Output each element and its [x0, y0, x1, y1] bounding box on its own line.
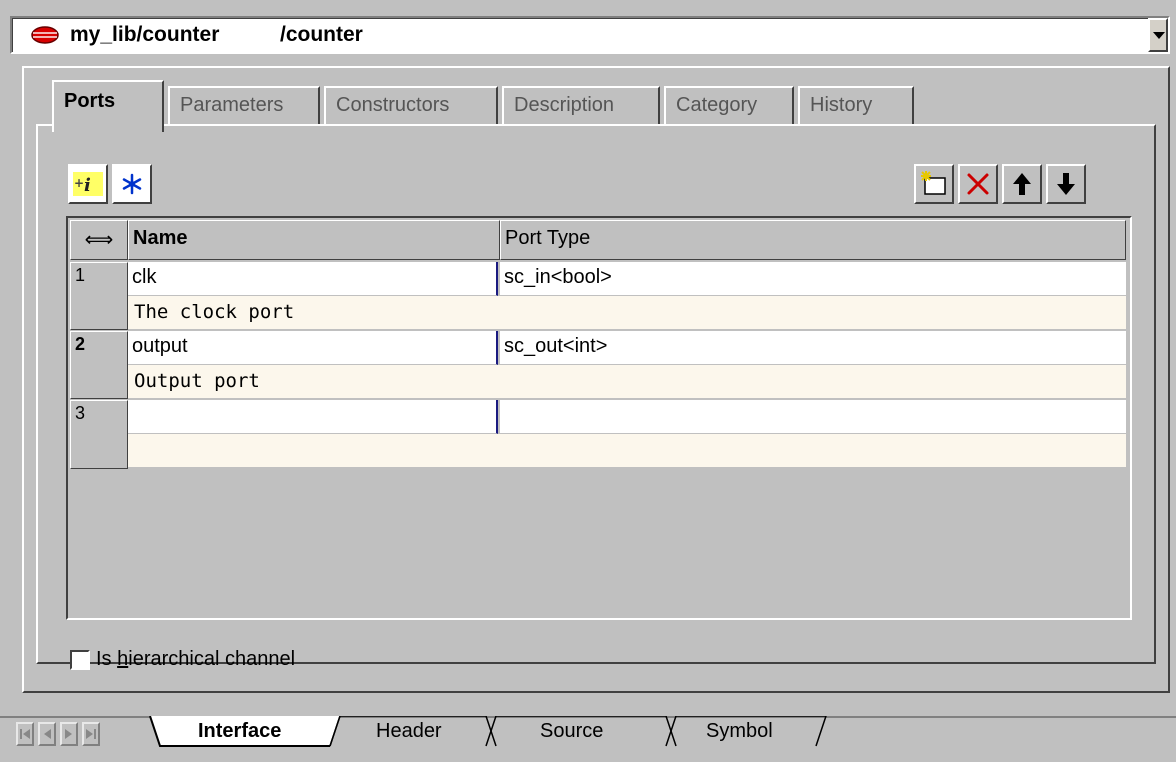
freeze-button[interactable]: [112, 164, 152, 204]
label-accelerator: h: [117, 648, 129, 670]
port-name-text: clk: [132, 266, 157, 288]
move-down-button[interactable]: [1046, 164, 1086, 204]
freeze-icon: [122, 173, 142, 195]
row-index: 1: [75, 265, 86, 285]
label-text: Is: [96, 648, 118, 670]
tab-category-label: Category: [676, 94, 758, 116]
new-row-icon: [921, 171, 946, 195]
title-dropdown-button[interactable]: [1148, 18, 1168, 52]
row-header-3[interactable]: 3: [70, 400, 128, 469]
bottom-tab-bar: Interface Header Source Symbol: [0, 716, 1176, 747]
row-header-1[interactable]: 1: [70, 262, 128, 330]
bottom-tab-symbol[interactable]: Symbol: [706, 720, 773, 743]
svg-text:i: i: [84, 175, 91, 196]
new-row-button[interactable]: [914, 164, 954, 204]
table-cell-port-type[interactable]: sc_in<bool>: [500, 262, 1126, 296]
library-icon: [31, 26, 59, 44]
tab-ports-label: Ports: [64, 90, 116, 112]
port-description-text: Output port: [134, 370, 260, 392]
move-up-button[interactable]: [1002, 164, 1042, 204]
row-header-2[interactable]: 2: [70, 331, 128, 399]
column-header-port-type-label: Port Type: [505, 227, 591, 249]
move-up-icon: [1013, 173, 1031, 195]
tab-history-label: History: [810, 94, 873, 116]
table-cell-name[interactable]: clk: [128, 262, 498, 296]
window-title: my_lib/counter: [70, 23, 220, 46]
svg-text:+: +: [74, 176, 84, 190]
tab-category[interactable]: Category: [664, 86, 794, 126]
bottom-tab-header[interactable]: Header: [376, 720, 442, 743]
add-info-icon: + i: [73, 172, 103, 196]
row-index: 2: [75, 334, 86, 354]
delete-icon: [967, 173, 989, 195]
resize-columns-icon: ⟺: [84, 229, 114, 251]
tab-constructors-label: Constructors: [336, 94, 450, 116]
table-cell-name[interactable]: [128, 400, 498, 434]
port-type-text: sc_out<int>: [504, 335, 608, 357]
table-cell-name[interactable]: output: [128, 331, 498, 365]
label-text: ierarchical channel: [128, 648, 296, 670]
window-path: /counter: [280, 23, 363, 46]
hierarchical-channel-label: Is hierarchical channel: [96, 648, 295, 671]
port-type-text: sc_in<bool>: [504, 266, 612, 288]
add-info-button[interactable]: + i: [68, 164, 108, 204]
resize-columns-header[interactable]: ⟺: [70, 220, 128, 260]
column-header-port-type[interactable]: Port Type: [500, 220, 1126, 260]
bottom-tab-source[interactable]: Source: [540, 720, 603, 743]
port-description-text: The clock port: [134, 301, 295, 323]
tab-description[interactable]: Description: [502, 86, 660, 126]
table-cell-port-type[interactable]: sc_out<int>: [500, 331, 1126, 365]
ports-table: ⟺ Name Port Type 1 clk sc_in<bool> The c…: [66, 216, 1132, 620]
column-header-name[interactable]: Name: [128, 220, 500, 260]
title-bar: my_lib/counter /counter: [10, 16, 1170, 54]
table-cell-description[interactable]: The clock port: [128, 296, 1126, 330]
table-cell-port-type[interactable]: [500, 400, 1126, 434]
tab-parameters[interactable]: Parameters: [168, 86, 320, 126]
checkbox-box[interactable]: [70, 650, 90, 670]
tab-ports[interactable]: Ports: [52, 80, 164, 132]
tab-parameters-label: Parameters: [180, 94, 284, 116]
tab-history[interactable]: History: [798, 86, 914, 126]
tab-description-label: Description: [514, 94, 615, 116]
move-down-icon: [1057, 173, 1075, 195]
row-index: 3: [75, 403, 86, 423]
dropdown-arrow-icon: [1153, 32, 1165, 39]
port-name-text: output: [132, 335, 188, 357]
delete-row-button[interactable]: [958, 164, 998, 204]
column-header-name-label: Name: [133, 227, 188, 249]
table-cell-description[interactable]: [128, 434, 1126, 468]
table-cell-description[interactable]: Output port: [128, 365, 1126, 399]
bottom-tab-interface[interactable]: Interface: [198, 720, 281, 743]
tab-constructors[interactable]: Constructors: [324, 86, 498, 126]
